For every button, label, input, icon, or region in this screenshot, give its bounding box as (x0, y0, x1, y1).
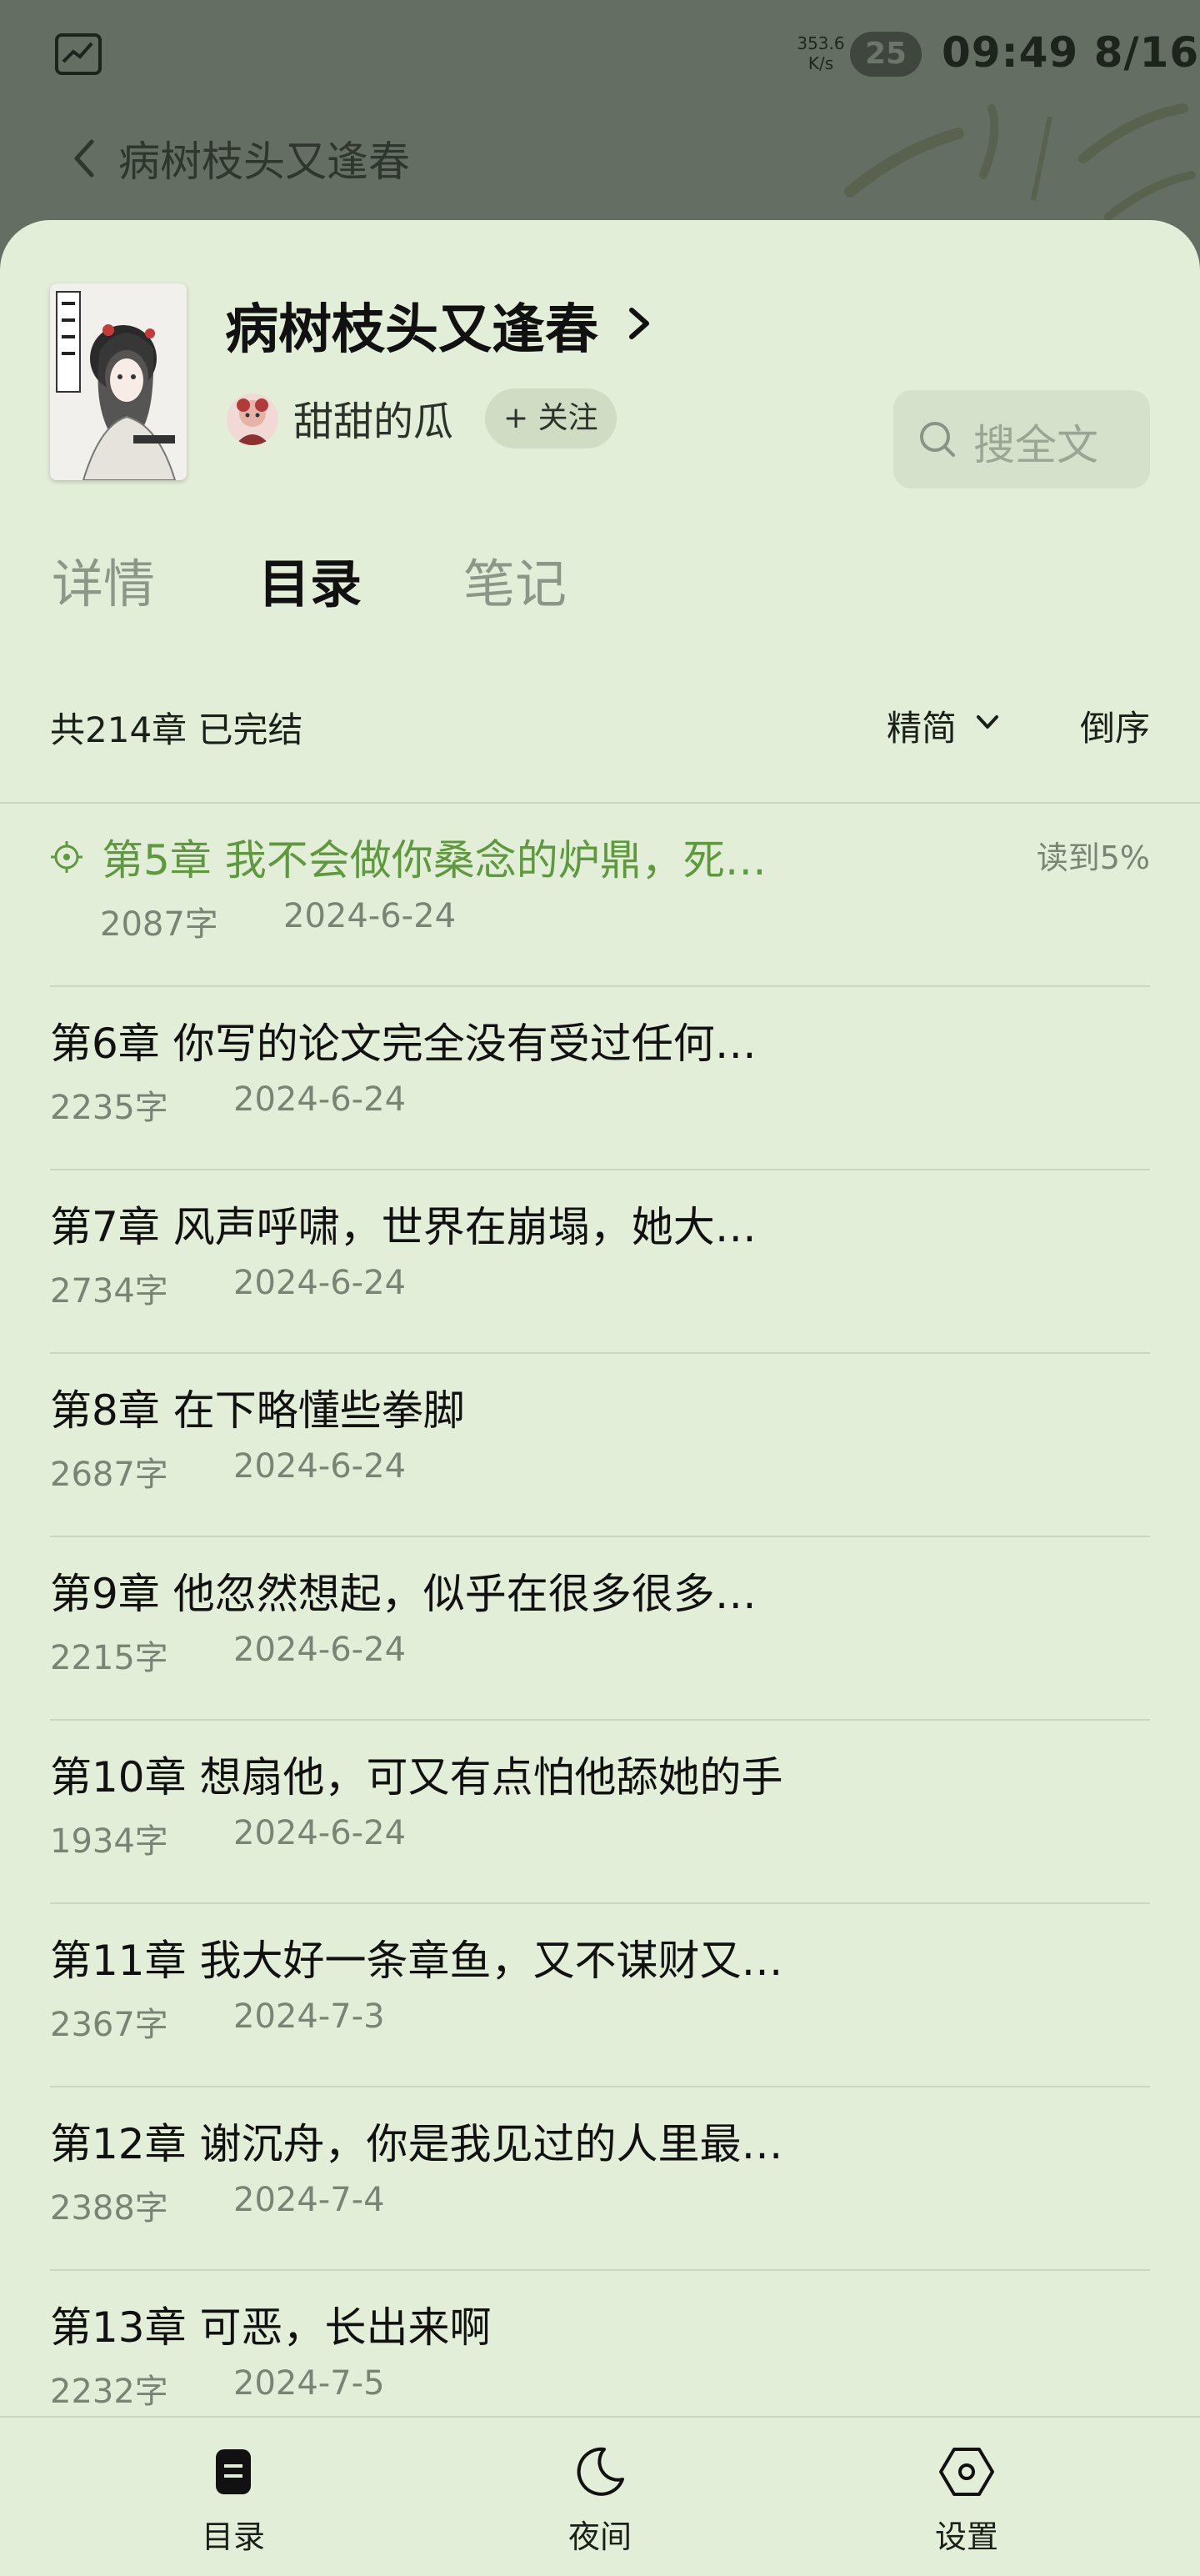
chapter-word-count: 2235字 (50, 1089, 168, 1127)
chapter-word-count: 2687字 (50, 1456, 168, 1494)
author-avatar[interactable] (227, 393, 278, 445)
chapter-date: 2024-6-24 (233, 1264, 407, 1302)
chapter-date: 2024-6-24 (233, 1814, 407, 1852)
chapter-date: 2024-6-24 (283, 897, 457, 935)
search-label: 搜全文 (973, 421, 1098, 469)
battery-indicator: 25 (850, 32, 922, 77)
chapter-word-count: 2087字 (100, 905, 218, 944)
chapter-title: 第11章 我大好一条章鱼，又不谋财又… (50, 1937, 783, 1985)
chapter-date: 2024-7-3 (233, 1997, 385, 2036)
chapter-title: 第7章 风声呼啸，世界在崩塌，她大… (50, 1203, 757, 1251)
settings-hexagon-icon (939, 2448, 994, 2496)
chapter-item[interactable]: 第7章 风声呼啸，世界在崩塌，她大… 2734字 2024-6-24 (50, 1170, 1150, 1354)
follow-button[interactable]: + 关注 (485, 388, 617, 449)
bottom-settings-button[interactable]: 设置 (883, 2443, 1050, 2559)
reverse-order-button[interactable]: 倒序 (1080, 700, 1150, 751)
chapter-item-current[interactable]: 第5章 我不会做你桑念的炉鼎，死… 读到5% 2087字 2024-6-24 (50, 804, 1150, 987)
book-title[interactable]: 病树枝头又逢春 (225, 287, 598, 363)
locate-current-icon (51, 841, 82, 873)
author-avatar-image (227, 393, 278, 445)
tab-details[interactable]: 详情 (52, 542, 155, 617)
status-bar: 353.6 K/s 25 09:49 8/16 (0, 0, 1200, 108)
catalog-icon (216, 2449, 251, 2494)
bamboo-decoration (844, 103, 1196, 221)
chapter-title: 第12章 谢沉舟，你是我见过的人里最… (50, 2120, 783, 2168)
chapter-item[interactable]: 第12章 谢沉舟，你是我见过的人里最… 2388字 2024-7-4 (50, 2087, 1150, 2271)
tab-catalog[interactable]: 目录 (258, 542, 362, 617)
chapter-title: 第13章 可恶，长出来啊 (50, 2303, 492, 2352)
book-cover-illustration (50, 283, 187, 480)
moon-icon (577, 2447, 624, 2496)
full-text-search-button[interactable]: 搜全文 (893, 390, 1150, 489)
chevron-right-icon[interactable] (625, 305, 653, 342)
chapter-title: 第5章 我不会做你桑念的炉鼎，死… (102, 836, 767, 885)
chapter-date: 2024-7-4 (233, 2181, 385, 2219)
chapter-item[interactable]: 第8章 在下略懂些拳脚 2687字 2024-6-24 (50, 1354, 1150, 1537)
bottom-night-mode-button[interactable]: 夜间 (517, 2443, 683, 2559)
top-nav-title: 病树枝头又逢春 (118, 138, 410, 186)
chapter-title: 第8章 在下略懂些拳脚 (50, 1386, 465, 1435)
chapter-date: 2024-6-24 (233, 1080, 407, 1119)
chapter-word-count: 2734字 (50, 1272, 168, 1311)
bottom-toolbar: 目录 夜间 设置 (0, 2416, 1200, 2576)
chapter-title: 第9章 他忽然想起，似乎在很多很多… (50, 1570, 757, 1618)
bottom-night-mode-label: 夜间 (568, 2518, 632, 2555)
chapter-date: 2024-6-24 (233, 1447, 407, 1486)
chapter-word-count: 2215字 (50, 1639, 168, 1677)
chevron-down-icon[interactable] (975, 712, 1000, 732)
author-name[interactable]: 甜甜的瓜 (293, 388, 453, 447)
chapter-item[interactable]: 第11章 我大好一条章鱼，又不谋财又… 2367字 2024-7-3 (50, 1904, 1150, 2087)
back-chevron-icon[interactable] (67, 133, 100, 183)
network-speed: 353.6 K/s (797, 33, 845, 73)
book-cover[interactable] (50, 283, 187, 480)
catalog-sheet: 病树枝头又逢春 甜甜的瓜 + 关注 搜全文 详情 目录 笔记 共214章 已完结… (0, 220, 1200, 2574)
chapter-word-count: 2388字 (50, 2189, 168, 2228)
chapter-item[interactable]: 第6章 你写的论文完全没有受过任何… 2235字 2024-6-24 (50, 987, 1150, 1170)
chapter-word-count: 1934字 (50, 1822, 168, 1861)
clock: 09:49 8/16 (942, 28, 1200, 77)
chapter-summary: 共214章 已完结 (50, 709, 303, 750)
chapter-date: 2024-6-24 (233, 1631, 407, 1669)
tab-notes[interactable]: 笔记 (463, 542, 567, 617)
bottom-settings-label: 设置 (934, 2518, 998, 2555)
tab-bar: 详情 目录 笔记 (0, 542, 1200, 634)
stock-app-icon (55, 33, 102, 75)
chapter-word-count: 2367字 (50, 2006, 168, 2044)
sort-mode-dropdown[interactable]: 精简 (887, 700, 957, 751)
chapter-item[interactable]: 第10章 想扇他，可又有点怕他舔她的手 1934字 2024-6-24 (50, 1721, 1150, 1904)
bottom-catalog-label: 目录 (201, 2518, 265, 2555)
chapter-item[interactable]: 第9章 他忽然想起，似乎在很多很多… 2215字 2024-6-24 (50, 1537, 1150, 1721)
search-icon (920, 422, 955, 457)
chapter-title: 第6章 你写的论文完全没有受过任何… (50, 1020, 757, 1068)
chapter-word-count: 2232字 (50, 2373, 168, 2411)
chapter-title: 第10章 想扇他，可又有点怕他舔她的手 (50, 1753, 783, 1802)
read-progress: 读到5% (1036, 839, 1150, 876)
bottom-catalog-button[interactable]: 目录 (150, 2443, 317, 2559)
chapter-date: 2024-7-5 (233, 2364, 385, 2403)
